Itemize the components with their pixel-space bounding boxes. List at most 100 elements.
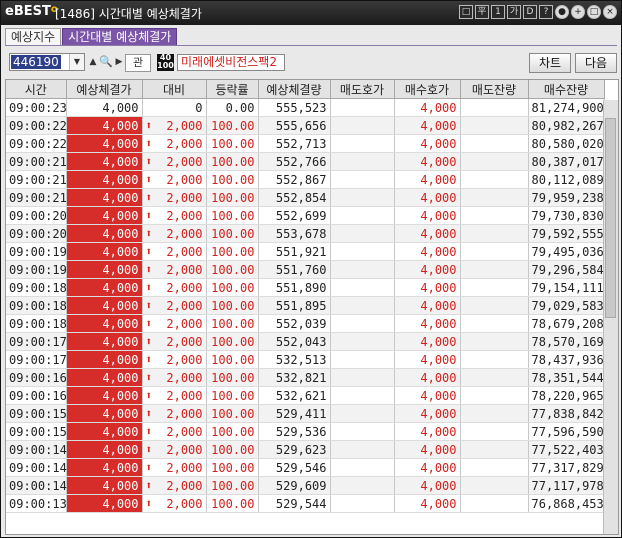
table-row[interactable]: 09:00:15 4,000 ⬆ 2,000 100.00 529,411 4,000 77,… — [6, 404, 605, 423]
font-icon[interactable]: 가 — [507, 5, 521, 19]
table-row[interactable]: 09:00:18 4,000 ⬆ 2,000 100.00 551,890 4,000 79,… — [6, 278, 605, 297]
vertical-scrollbar[interactable] — [603, 100, 618, 534]
table-row[interactable]: 09:00:16 4,000 ⬆ 2,000 100.00 532,821 4,000 78,… — [6, 368, 605, 387]
cell-expected-price: 4,000 — [66, 260, 143, 279]
stock-code-input[interactable]: 446190 ▼ — [9, 53, 85, 71]
cell-expected-volume: 532,513 — [258, 350, 331, 369]
cell-expected-price: 4,000 — [66, 224, 143, 243]
table-row[interactable]: 09:00:22 4,000 ⬆ 2,000 100.00 552,713 4,000 80,… — [6, 134, 605, 153]
move-icon[interactable]: + — [571, 5, 585, 19]
related-button[interactable]: 관 — [125, 54, 151, 72]
table-row[interactable]: 09:00:16 4,000 ⬆ 2,000 100.00 532,621 4,000 78,… — [6, 386, 605, 405]
logo-text: BEST — [13, 4, 51, 19]
one-icon[interactable]: 1 — [491, 5, 505, 19]
cell-ask-price — [330, 116, 395, 135]
up-arrow-icon: ⬆ — [145, 226, 153, 240]
cell-expected-volume: 552,039 — [258, 314, 331, 333]
cell-expected-price: 4,000 — [66, 278, 143, 297]
col-header-rate[interactable]: 등락률 — [206, 80, 259, 99]
close-icon[interactable]: × — [603, 5, 617, 19]
window-title: [1486] 시간대별 예상체결가 — [55, 7, 202, 21]
table-row[interactable]: 09:00:21 4,000 ⬆ 2,000 100.00 552,766 4,000 80,… — [6, 152, 605, 171]
title-bar[interactable]: eBESTo [1486] 시간대별 예상체결가 □ 平 1 가 D ? ● +… — [1, 1, 621, 25]
window-mode-icon[interactable]: □ — [459, 5, 473, 19]
col-header-change[interactable]: 대비 — [142, 80, 207, 99]
up-arrow-icon: ⬆ — [145, 478, 153, 492]
cell-ask-price — [330, 134, 395, 153]
play-icon[interactable]: ▶ — [113, 54, 125, 70]
cell-change: ⬆ 2,000 — [142, 260, 207, 279]
cell-change: ⬆ 2,000 — [142, 116, 207, 135]
change-value: 2,000 — [166, 172, 203, 187]
cell-ask-qty — [460, 386, 529, 405]
table-row[interactable]: 09:00:20 4,000 ⬆ 2,000 100.00 553,678 4,000 79,… — [6, 224, 605, 243]
tab-divider — [5, 45, 617, 46]
cell-ask-price — [330, 188, 395, 207]
up-arrow-icon: ⬆ — [145, 244, 153, 258]
next-button[interactable]: 다음 — [575, 53, 617, 73]
table-row[interactable]: 09:00:17 4,000 ⬆ 2,000 100.00 532,513 4,000 78,… — [6, 350, 605, 369]
table-row[interactable]: 09:00:23 4,000 0 0.00 555,523 4,000 81,274,900 — [6, 98, 605, 117]
cell-bid-price: 4,000 — [394, 188, 461, 207]
cell-time: 09:00:13 — [6, 494, 67, 513]
table-row[interactable]: 09:00:13 4,000 ⬆ 2,000 100.00 529,544 4,000 76,… — [6, 494, 605, 513]
table-row[interactable]: 09:00:18 4,000 ⬆ 2,000 100.00 552,039 4,000 78,… — [6, 314, 605, 333]
table-row[interactable]: 09:00:14 4,000 ⬆ 2,000 100.00 529,546 4,000 77,… — [6, 458, 605, 477]
record-icon[interactable]: ● — [555, 5, 569, 19]
cell-time: 09:00:18 — [6, 314, 67, 333]
cell-change: ⬆ 2,000 — [142, 152, 207, 171]
table-row[interactable]: 09:00:22 4,000 ⬆ 2,000 100.00 555,656 4,000 80,… — [6, 116, 605, 135]
search-icon[interactable]: 🔍 — [99, 54, 113, 70]
cell-rate: 100.00 — [206, 440, 259, 459]
link-icon[interactable]: D — [523, 5, 537, 19]
col-header-bid-price[interactable]: 매수호가 — [394, 80, 461, 99]
tab-expected-price-by-time[interactable]: 시간대별 예상체결가 — [62, 28, 178, 46]
chevron-down-icon[interactable]: ▼ — [69, 54, 84, 70]
cell-bid-qty: 77,317,829 — [528, 458, 605, 477]
cell-time: 09:00:14 — [6, 440, 67, 459]
table-row[interactable]: 09:00:19 4,000 ⬆ 2,000 100.00 551,760 4,000 79,… — [6, 260, 605, 279]
flat-icon[interactable]: 平 — [475, 5, 489, 19]
cell-bid-qty: 79,495,036 — [528, 242, 605, 261]
col-header-bid-qty[interactable]: 매수잔량 — [528, 80, 605, 99]
cell-expected-volume: 555,523 — [258, 98, 331, 117]
cell-change: ⬆ 2,000 — [142, 350, 207, 369]
cell-expected-price: 4,000 — [66, 404, 143, 423]
cell-ask-price — [330, 278, 395, 297]
table-row[interactable]: 09:00:19 4,000 ⬆ 2,000 100.00 551,921 4,000 79,… — [6, 242, 605, 261]
chart-button[interactable]: 차트 — [529, 53, 571, 73]
cell-bid-qty: 79,296,584 — [528, 260, 605, 279]
table-row[interactable]: 09:00:21 4,000 ⬆ 2,000 100.00 552,867 4,000 80,… — [6, 170, 605, 189]
spin-updown-icon[interactable]: ▲ — [87, 54, 99, 70]
table-row[interactable]: 09:00:18 4,000 ⬆ 2,000 100.00 551,895 4,000 79,… — [6, 296, 605, 315]
cell-bid-qty: 78,220,965 — [528, 386, 605, 405]
cell-expected-price: 4,000 — [66, 314, 143, 333]
col-header-ask-price[interactable]: 매도호가 — [330, 80, 395, 99]
col-header-expected-volume[interactable]: 예상체결량 — [258, 80, 331, 99]
up-arrow-icon: ⬆ — [145, 424, 153, 438]
maximize-icon[interactable]: □ — [587, 5, 601, 19]
table-row[interactable]: 09:00:17 4,000 ⬆ 2,000 100.00 552,043 4,000 78,… — [6, 332, 605, 351]
cell-expected-volume: 551,890 — [258, 278, 331, 297]
table-row[interactable]: 09:00:21 4,000 ⬆ 2,000 100.00 552,854 4,000 79,… — [6, 188, 605, 207]
col-header-ask-qty[interactable]: 매도잔량 — [460, 80, 529, 99]
cell-time: 09:00:19 — [6, 242, 67, 261]
cell-rate: 100.00 — [206, 206, 259, 225]
cell-rate: 100.00 — [206, 260, 259, 279]
cell-bid-price: 4,000 — [394, 278, 461, 297]
help-icon[interactable]: ? — [539, 5, 553, 19]
cell-expected-volume: 529,544 — [258, 494, 331, 513]
table-row[interactable]: 09:00:14 4,000 ⬆ 2,000 100.00 529,609 4,000 77,… — [6, 476, 605, 495]
cell-bid-price: 4,000 — [394, 134, 461, 153]
cell-expected-price: 4,000 — [66, 188, 143, 207]
table-row[interactable]: 09:00:15 4,000 ⬆ 2,000 100.00 529,536 4,000 77,… — [6, 422, 605, 441]
cell-bid-qty: 80,580,020 — [528, 134, 605, 153]
scrollbar-thumb[interactable] — [605, 118, 616, 318]
col-header-time[interactable]: 시간 — [6, 80, 67, 99]
col-header-expected-price[interactable]: 예상체결가 — [66, 80, 143, 99]
tab-expected-index[interactable]: 예상지수 — [5, 28, 62, 46]
cell-bid-qty: 79,959,238 — [528, 188, 605, 207]
table-row[interactable]: 09:00:14 4,000 ⬆ 2,000 100.00 529,623 4,000 77,… — [6, 440, 605, 459]
table-row[interactable]: 09:00:20 4,000 ⬆ 2,000 100.00 552,699 4,000 79,… — [6, 206, 605, 225]
up-arrow-icon: ⬆ — [145, 154, 153, 168]
